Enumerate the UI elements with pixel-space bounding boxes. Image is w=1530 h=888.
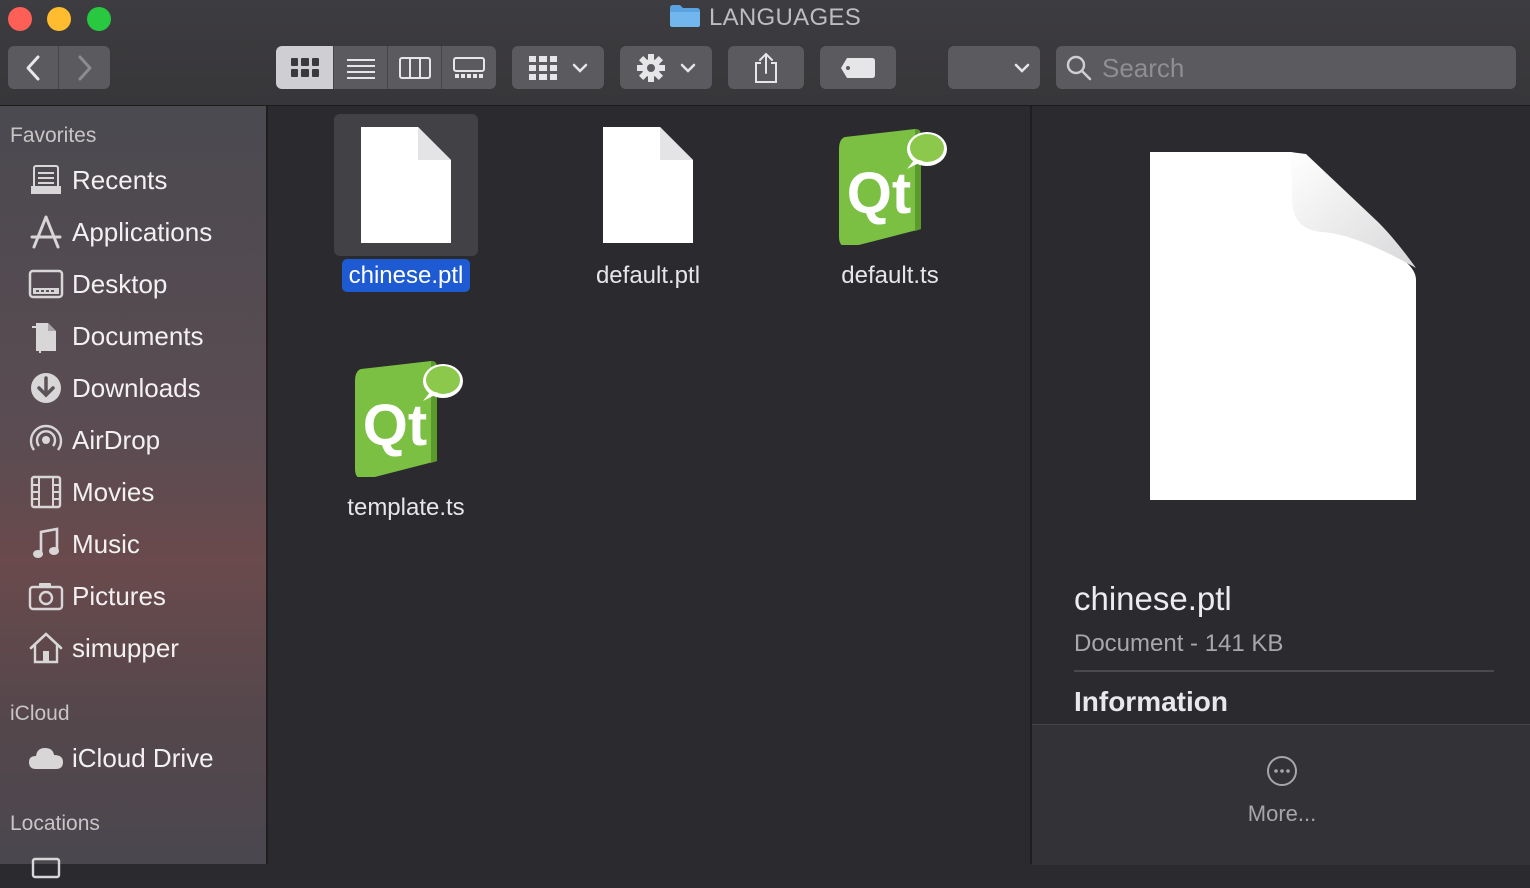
- search-field[interactable]: [1056, 46, 1516, 91]
- sidebar-item-pictures[interactable]: Pictures: [26, 576, 166, 616]
- list-view-button[interactable]: [334, 46, 388, 89]
- search-input[interactable]: [1100, 46, 1504, 91]
- file-thumbnail[interactable]: [334, 114, 478, 256]
- arrange-dropdown[interactable]: [948, 46, 1040, 89]
- documents-icon: [32, 323, 56, 353]
- sidebar-item-label: Downloads: [72, 372, 201, 403]
- file-thumbnail[interactable]: Qt: [334, 346, 478, 488]
- qt-logo-icon: Qt: [355, 361, 463, 477]
- home-icon: [29, 632, 63, 664]
- file-name[interactable]: default.ts: [834, 259, 945, 292]
- locations-header: Locations: [10, 812, 100, 835]
- toolbar: LANGUAGES: [0, 0, 1530, 106]
- favorites-header: Favorites: [10, 124, 97, 147]
- sidebar-item-label: Music: [72, 528, 140, 559]
- gallery-view-button[interactable]: [442, 46, 496, 89]
- sidebar-item-applications[interactable]: Applications: [26, 212, 212, 252]
- document-icon: [361, 127, 451, 243]
- sidebar-item-label: Documents: [72, 320, 204, 351]
- sidebar-item-label: iCloud Drive: [72, 742, 214, 773]
- sidebar-item-location-disk[interactable]: [26, 848, 72, 888]
- more-button-label[interactable]: More...: [1032, 801, 1530, 827]
- forward-button[interactable]: [59, 46, 110, 89]
- svg-text:Qt: Qt: [363, 393, 427, 458]
- movies-icon: [30, 475, 62, 509]
- action-button[interactable]: [620, 46, 712, 89]
- chevron-down-icon: [1014, 63, 1030, 73]
- share-button[interactable]: [728, 46, 804, 89]
- preview-file-name: chinese.ptl: [1074, 580, 1232, 617]
- navigation-buttons: [8, 46, 110, 89]
- search-icon: [1066, 55, 1092, 81]
- sidebar-item-label: simupper: [72, 632, 179, 663]
- sidebar-item-documents[interactable]: Documents: [26, 316, 204, 356]
- recents-icon: [31, 165, 61, 194]
- view-mode-control: [276, 46, 496, 89]
- gear-icon: [637, 53, 665, 82]
- laptop-icon: [31, 857, 61, 879]
- sidebar-item-label: Applications: [72, 216, 213, 247]
- svg-text:Qt: Qt: [847, 161, 911, 226]
- sidebar-item-simupper[interactable]: simupper: [26, 628, 179, 668]
- icon-grid-icon: [290, 57, 319, 77]
- sidebar-item-icloud-drive[interactable]: iCloud Drive: [26, 738, 214, 778]
- sidebar-item-music[interactable]: Music: [26, 524, 140, 564]
- preview-actions: More...: [1032, 724, 1530, 865]
- file-thumbnail[interactable]: [576, 114, 720, 256]
- file-name[interactable]: default.ptl: [589, 259, 707, 292]
- file-name[interactable]: chinese.ptl: [341, 259, 471, 292]
- chevron-down-icon: [572, 63, 588, 73]
- airdrop-icon: [29, 424, 63, 451]
- sidebar-item-movies[interactable]: Movies: [26, 472, 154, 512]
- icon-view-button[interactable]: [276, 46, 334, 89]
- sidebar-item-label: Pictures: [72, 580, 166, 611]
- column-view-button[interactable]: [388, 46, 442, 89]
- downloads-icon: [31, 373, 61, 403]
- folder-icon: [669, 5, 700, 27]
- chevron-left-icon: [26, 55, 40, 80]
- list-lines-icon: [346, 58, 375, 79]
- gallery-icon: [453, 56, 485, 78]
- sidebar-item-label: AirDrop: [72, 424, 161, 455]
- group-by-button[interactable]: [512, 46, 604, 89]
- window-title-text: LANGUAGES: [708, 4, 862, 31]
- sidebar: Favorites Recents Applications Desktop D…: [0, 106, 268, 879]
- sidebar-item-recents[interactable]: Recents: [26, 160, 167, 200]
- chevron-down-icon: [680, 63, 696, 73]
- window-title: LANGUAGES: [0, 4, 1530, 32]
- sidebar-item-label: Desktop: [72, 268, 168, 299]
- icloud-icon: [29, 748, 63, 769]
- columns-icon: [398, 56, 431, 79]
- music-icon: [33, 527, 59, 558]
- file-browser: chinese.ptl default.ptl Qt default.ts Qt…: [268, 106, 1030, 864]
- document-icon: [603, 127, 693, 243]
- chevron-right-icon: [78, 55, 91, 80]
- tags-button[interactable]: [820, 46, 896, 89]
- preview-divider: [1074, 670, 1494, 672]
- preview-pane: chinese.ptl Document - 141 KB Informatio…: [1030, 106, 1530, 865]
- pictures-icon: [28, 583, 64, 611]
- file-name[interactable]: template.ts: [340, 491, 471, 524]
- applications-icon: [30, 215, 62, 249]
- desktop-icon: [28, 269, 64, 299]
- group-grid-icon: [529, 55, 557, 80]
- sidebar-item-label: Movies: [72, 476, 155, 507]
- back-button[interactable]: [8, 46, 59, 89]
- sidebar-item-downloads[interactable]: Downloads: [26, 368, 201, 408]
- file-thumbnail[interactable]: Qt: [818, 114, 962, 256]
- tag-icon: [841, 57, 875, 78]
- preview-file-kind: Document - 141 KB: [1074, 630, 1284, 657]
- qt-logo-icon: Qt: [839, 129, 947, 245]
- icloud-header: iCloud: [10, 702, 70, 725]
- information-heading: Information: [1074, 686, 1228, 717]
- document-preview-icon: [1150, 152, 1416, 500]
- more-icon[interactable]: [1266, 755, 1298, 787]
- sidebar-item-desktop[interactable]: Desktop: [26, 264, 167, 304]
- share-icon: [755, 52, 777, 83]
- sidebar-item-label: Recents: [72, 164, 168, 195]
- sidebar-item-airdrop[interactable]: AirDrop: [26, 420, 160, 460]
